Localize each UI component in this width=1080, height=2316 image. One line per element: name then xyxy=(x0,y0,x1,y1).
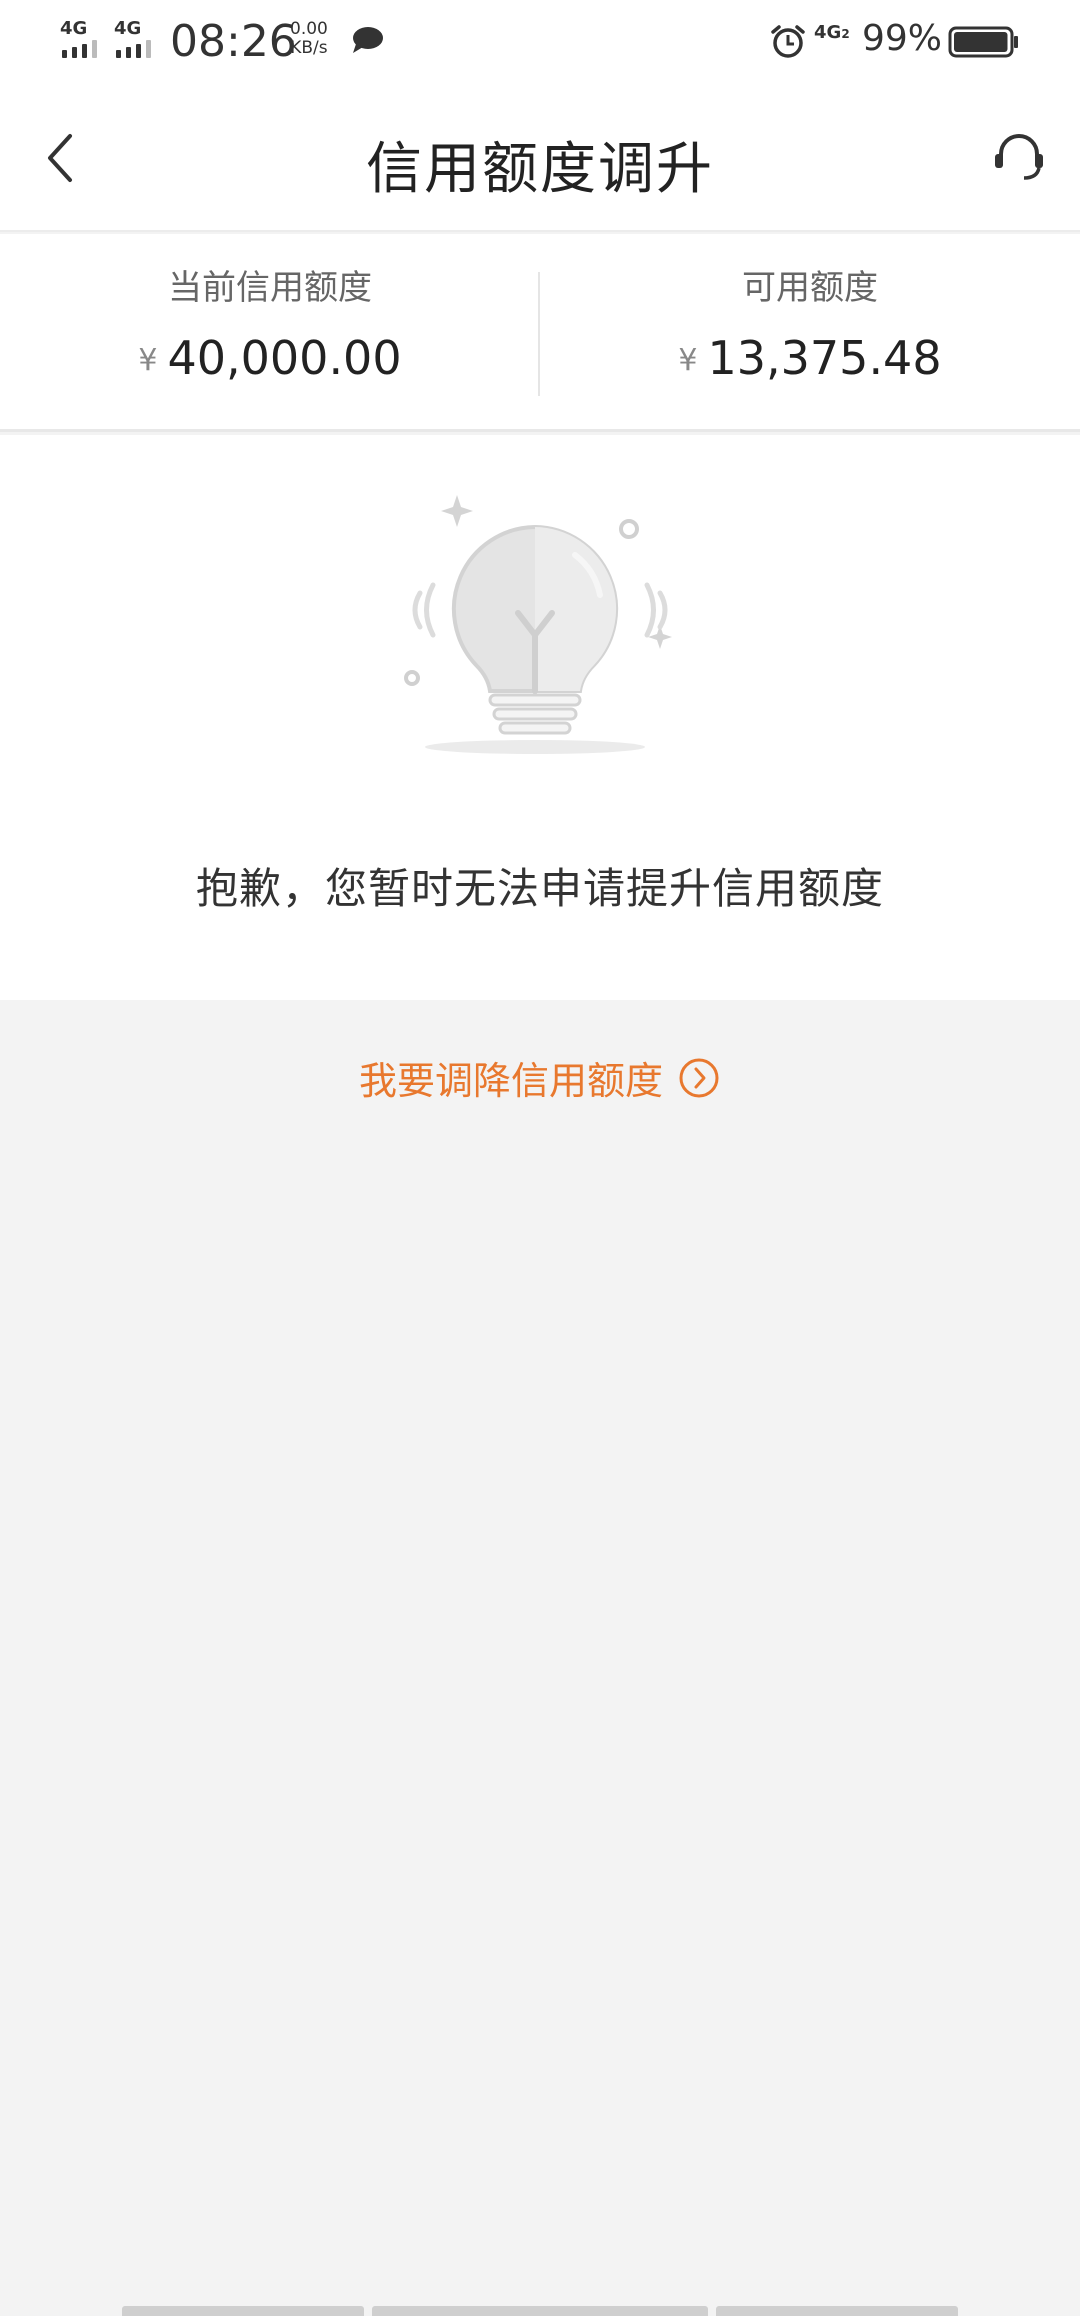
bottom-indicator-center xyxy=(372,2306,708,2316)
currency-symbol: ¥ xyxy=(138,343,158,378)
available-credit-section: 可用额度 ¥13,375.48 xyxy=(540,264,1080,399)
sim2-signal-icon: 4G xyxy=(114,18,160,58)
current-credit-amount: ¥40,000.00 xyxy=(0,328,540,399)
currency-symbol: ¥ xyxy=(678,343,698,378)
data-network-indicator: 4G2 xyxy=(814,22,850,43)
decrease-credit-link[interactable]: 我要调降信用额度 xyxy=(0,1050,1080,1110)
current-credit-section: 当前信用额度 ¥40,000.00 xyxy=(0,264,540,399)
headset-icon xyxy=(995,134,1043,180)
status-time: 08:26 xyxy=(170,16,297,67)
battery-percent: 99% xyxy=(862,18,943,59)
lightbulb-icon xyxy=(404,495,672,754)
available-credit-amount: ¥13,375.48 xyxy=(540,328,1080,399)
empty-state-message: 抱歉，您暂时无法申请提升信用额度 xyxy=(195,864,884,913)
net-speed-unit: KB/s xyxy=(290,38,328,58)
circle-arrow-right-icon xyxy=(679,1058,719,1097)
sim1-signal-icon: 4G xyxy=(60,18,106,58)
net-speed-value: 0.00 xyxy=(290,19,328,39)
available-credit-value: 13,375.48 xyxy=(707,331,942,385)
credit-summary-panel: 当前信用额度 ¥40,000.00 可用额度 ¥13,375.48 xyxy=(0,234,1080,432)
current-credit-value: 40,000.00 xyxy=(167,331,402,385)
battery-icon xyxy=(948,26,1018,58)
sim1-network-label: 4G xyxy=(60,18,88,39)
page-title: 信用额度调升 xyxy=(366,137,714,202)
message-bubble-icon xyxy=(353,27,383,53)
customer-service-button[interactable] xyxy=(992,130,1046,184)
alarm-icon xyxy=(771,25,805,58)
data-network-sub-label: 2 xyxy=(841,27,850,41)
net-speed: 0.00 KB/s xyxy=(290,20,328,58)
sim2-network-label: 4G xyxy=(114,18,142,39)
status-bar: 4G 4G 08:26 0.00 KB/s 4G2 99% xyxy=(0,0,1080,84)
decrease-credit-label: 我要调降信用额度 xyxy=(358,1059,663,1103)
empty-state-card: 抱歉，您暂时无法申请提升信用额度 xyxy=(0,435,1080,1000)
bottom-indicator-left xyxy=(122,2306,364,2316)
credit-limit-increase-page: 4G 4G 08:26 0.00 KB/s 4G2 99% 信用额度调升 当前信… xyxy=(0,0,1080,2316)
bottom-indicator-right xyxy=(716,2306,958,2316)
nav-bar: 信用额度调升 xyxy=(0,84,1080,232)
data-network-label: 4G xyxy=(814,22,842,43)
current-credit-label: 当前信用额度 xyxy=(168,268,372,308)
available-credit-label: 可用额度 xyxy=(742,268,878,308)
